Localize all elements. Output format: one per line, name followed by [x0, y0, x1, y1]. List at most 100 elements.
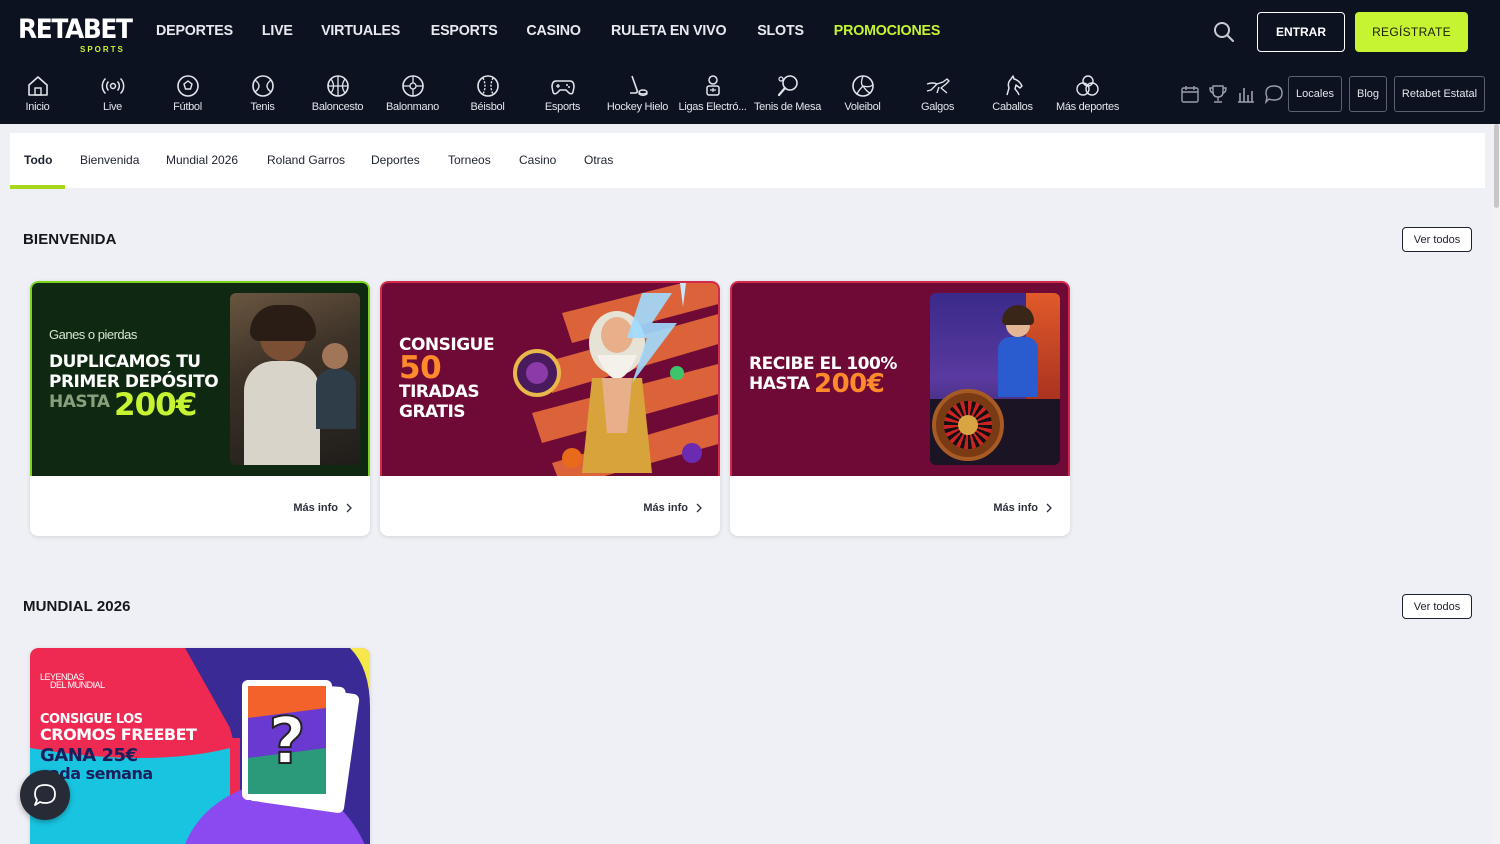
retabet-logo[interactable]: RETABET SPORTS	[18, 14, 133, 56]
promo-tabs: Todo Bienvenida Mundial 2026 Roland Garr…	[10, 133, 1485, 189]
sport-label: Tenis	[250, 101, 275, 113]
football-icon	[176, 75, 199, 97]
active-tab-indicator	[10, 185, 65, 189]
nav-casino[interactable]: CASINO	[526, 22, 580, 39]
sport-label: Hockey Hielo	[606, 101, 669, 113]
baseball-icon	[476, 75, 499, 97]
sport-label: Caballos	[992, 101, 1033, 113]
promo-line3: GRATIS	[399, 402, 466, 422]
sport-label: Voleibol	[844, 101, 881, 113]
logo-subtext: SPORTS	[80, 45, 125, 54]
login-button[interactable]: ENTRAR	[1257, 12, 1345, 52]
promo-banner: ? LEYENDAS DEL MUNDIAL CONSIGUE LOS CROM…	[30, 648, 370, 844]
nav-live[interactable]: LIVE	[262, 22, 293, 39]
promo-small-text: Ganes o pierdas	[49, 327, 137, 342]
sport-item-beisbol[interactable]: Béisbol	[450, 72, 525, 118]
sport-item-balonmano[interactable]: Balonmano	[375, 72, 450, 118]
promo-line2: CROMOS FREEBET	[40, 725, 197, 744]
promo-line3: GANA 25€	[40, 745, 138, 766]
tab-casino[interactable]: Casino	[519, 133, 556, 188]
promo-card-recibe[interactable]: RECIBE EL 100% HASTA 200€ Más info	[730, 281, 1070, 536]
sport-item-tenis[interactable]: Tenis	[225, 72, 300, 118]
nav-esports[interactable]: ESPORTS	[430, 22, 497, 39]
nav-slots[interactable]: SLOTS	[757, 22, 804, 39]
sport-label: Inicio	[25, 101, 50, 113]
promo-card-tiradas[interactable]: CONSIGUE 50 TIRADAS GRATIS Más info	[380, 281, 720, 536]
greyhound-icon	[926, 78, 950, 94]
tab-roland-garros[interactable]: Roland Garros	[267, 133, 345, 188]
sport-item-esports[interactable]: Esports	[525, 72, 600, 118]
horse-icon	[1005, 75, 1023, 96]
main-nav: DEPORTES LIVE VIRTUALES ESPORTS CASINO R…	[154, 22, 969, 39]
promo-hasta: HASTA	[49, 392, 110, 412]
section-title-mundial-2026: MUNDIAL 2026	[23, 598, 131, 615]
chat-bubble-icon[interactable]	[1264, 84, 1284, 105]
tab-todo[interactable]: Todo	[24, 133, 52, 188]
promo-amount: 200€	[814, 369, 885, 399]
more-sports-icon	[1075, 75, 1099, 96]
sport-item-ligas-electronicas[interactable]: Ligas Electró...	[675, 72, 750, 118]
sport-item-live[interactable]: Live	[75, 72, 150, 118]
see-all-bienvenida-button[interactable]: Ver todos	[1402, 227, 1472, 252]
scrollbar-thumb[interactable]	[1494, 124, 1499, 208]
see-all-mundial-button[interactable]: Ver todos	[1402, 594, 1472, 619]
chevron-right-icon	[696, 503, 702, 513]
calendar-icon[interactable]	[1180, 84, 1200, 104]
promo-big-number: 50	[399, 350, 442, 386]
tab-bienvenida[interactable]: Bienvenida	[80, 133, 139, 188]
sport-label: Béisbol	[470, 101, 505, 113]
sport-label: Galgos	[920, 101, 955, 113]
search-icon[interactable]	[1212, 20, 1236, 44]
table-tennis-icon	[777, 75, 798, 97]
sport-label: Live	[103, 101, 122, 113]
sport-item-galgos[interactable]: Galgos	[900, 72, 975, 118]
nav-promociones[interactable]: PROMOCIONES	[833, 22, 940, 39]
more-info-link[interactable]: Más info	[993, 502, 1052, 514]
live-icon	[101, 77, 124, 95]
promo-hasta: HASTA	[749, 374, 810, 394]
basketball-icon	[326, 75, 349, 97]
sport-label: Balonmano	[386, 101, 439, 113]
more-info-link[interactable]: Más info	[643, 502, 702, 514]
sport-item-caballos[interactable]: Caballos	[975, 72, 1050, 118]
retabet-estatal-button[interactable]: Retabet Estatal	[1394, 76, 1485, 112]
nav-ruleta-en-vivo[interactable]: RULETA EN VIVO	[611, 22, 726, 39]
sport-item-baloncesto[interactable]: Baloncesto	[300, 72, 375, 118]
tab-mundial-2026[interactable]: Mundial 2026	[166, 133, 238, 188]
sport-item-futbol[interactable]: Fútbol	[150, 72, 225, 118]
page-scrollbar[interactable]	[1492, 124, 1500, 844]
register-button[interactable]: REGÍSTRATE	[1355, 12, 1468, 52]
promo-card-duplicamos[interactable]: Ganes o pierdas DUPLICAMOS TU PRIMER DEP…	[30, 281, 370, 536]
tab-otras[interactable]: Otras	[584, 133, 613, 188]
locales-button[interactable]: Locales	[1288, 76, 1342, 112]
tab-deportes[interactable]: Deportes	[371, 133, 420, 188]
sport-item-voleibol[interactable]: Voleibol	[825, 72, 900, 118]
zeus-illustration	[513, 283, 718, 476]
promo-card-cromos[interactable]: ? LEYENDAS DEL MUNDIAL CONSIGUE LOS CROM…	[30, 648, 370, 844]
logo-text: RETABET	[18, 14, 133, 45]
live-chat-button[interactable]	[20, 770, 70, 820]
sport-label: Más deportes	[1055, 101, 1120, 113]
stats-icon[interactable]	[1236, 84, 1256, 104]
sport-label: Baloncesto	[311, 101, 364, 113]
volleyball-icon	[851, 75, 874, 97]
tab-torneos[interactable]: Torneos	[448, 133, 491, 188]
nav-deportes[interactable]: DEPORTES	[156, 22, 233, 39]
trophy-icon[interactable]	[1208, 84, 1228, 104]
promo-banner: CONSIGUE 50 TIRADAS GRATIS	[380, 281, 720, 476]
more-info-link[interactable]: Más info	[293, 502, 352, 514]
mundial-tag2: DEL MUNDIAL	[50, 680, 105, 690]
sport-label: Esports	[544, 101, 581, 113]
sport-item-inicio[interactable]: Inicio	[0, 72, 75, 118]
sport-item-mas-deportes[interactable]: Más deportes	[1050, 72, 1125, 118]
promo-line2: TIRADAS	[399, 382, 480, 402]
nav-virtuales[interactable]: VIRTUALES	[322, 22, 401, 39]
hockey-icon	[629, 75, 648, 97]
sport-item-hockey-hielo[interactable]: Hockey Hielo	[600, 72, 675, 118]
chevron-right-icon	[1046, 503, 1052, 513]
utility-icons	[1180, 84, 1284, 105]
roulette-photo	[930, 293, 1060, 465]
blog-button[interactable]: Blog	[1349, 76, 1387, 112]
sport-item-tenis-de-mesa[interactable]: Tenis de Mesa	[750, 72, 825, 118]
promo-banner: Ganes o pierdas DUPLICAMOS TU PRIMER DEP…	[30, 281, 370, 476]
